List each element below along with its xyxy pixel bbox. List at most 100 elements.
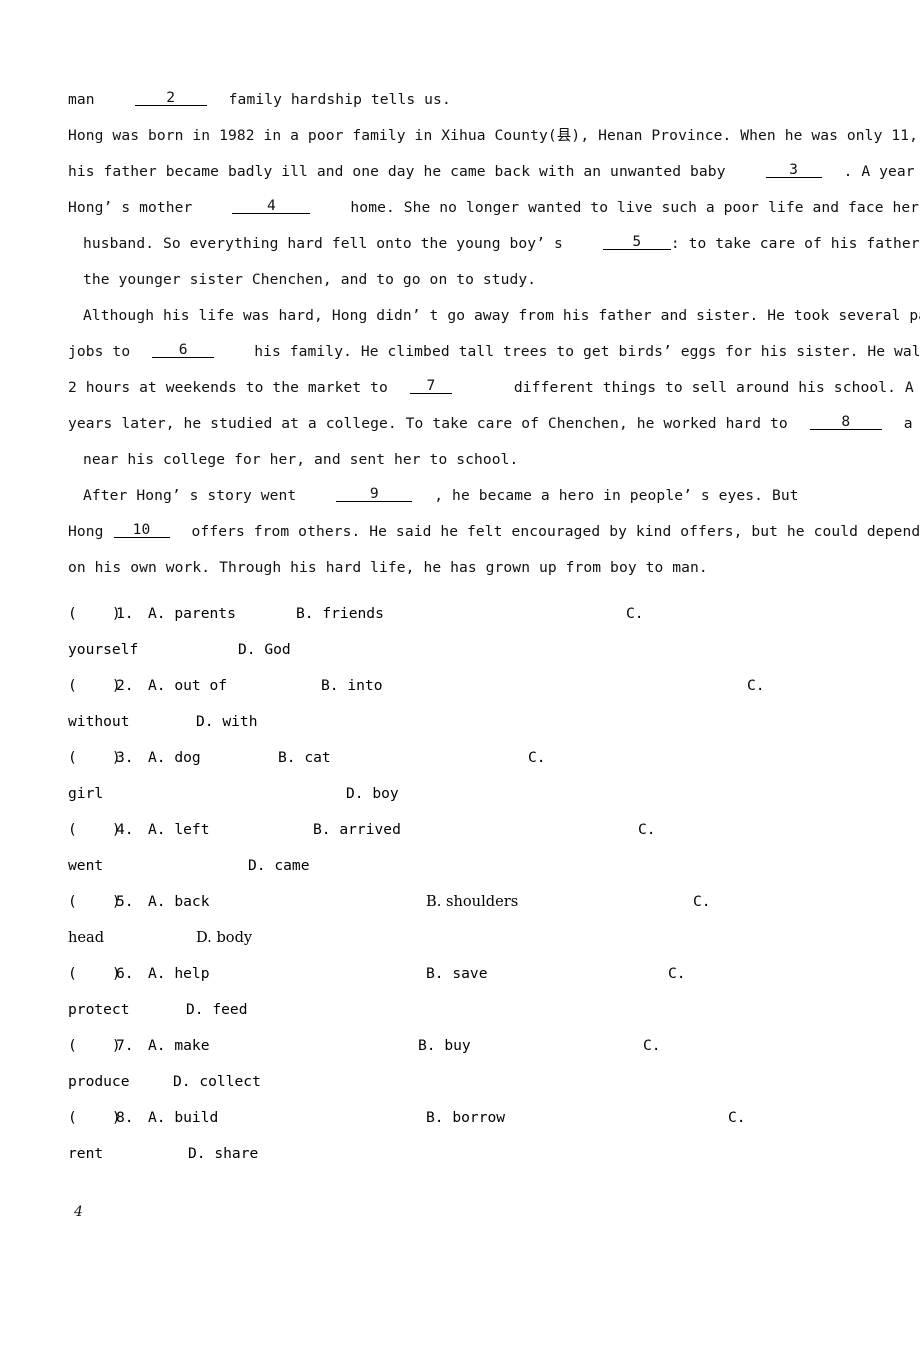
option-5-c-marker[interactable]: C.	[693, 884, 711, 920]
option-6-c-marker[interactable]: C.	[668, 956, 686, 992]
option-6-a[interactable]: A. help	[148, 956, 210, 992]
question-row-4a: ( ) 4. A. left B. arrived C.	[68, 812, 868, 848]
option-2-b[interactable]: B. into	[321, 668, 383, 704]
blank-9[interactable]: 9	[336, 486, 413, 503]
blank-6[interactable]: 6	[152, 342, 215, 359]
passage-line-12: After Hong’ s story went 9 , he became a h…	[68, 478, 863, 514]
blank-5[interactable]: 5	[602, 234, 671, 251]
option-6-b[interactable]: B. save	[426, 956, 488, 992]
option-4-a[interactable]: A. left	[148, 812, 210, 848]
question-row-2a: ( ) 2. A. out of B. into C.	[68, 668, 868, 704]
passage-text: on his own work. Through his hard life, …	[68, 559, 708, 576]
option-8-b[interactable]: B. borrow	[426, 1100, 505, 1136]
option-1-c-text[interactable]: yourself	[68, 632, 138, 668]
option-2-d[interactable]: D. with	[196, 704, 258, 740]
question-row-2b: without D. with	[68, 704, 868, 740]
blank-7[interactable]: 7	[409, 378, 452, 395]
option-2-a[interactable]: A. out of	[148, 668, 227, 704]
blank-2[interactable]: 2	[134, 90, 207, 107]
option-1-b[interactable]: B. friends	[296, 596, 384, 632]
question-row-8a: ( ) 8. A. build B. borrow C.	[68, 1100, 868, 1136]
document-page: man 2 family hardship tells us. Hong was b…	[0, 0, 920, 1302]
question-number-5: 5.	[116, 893, 134, 910]
passage-text: husband. So everything hard fell onto th…	[83, 235, 563, 252]
option-8-c-marker[interactable]: C.	[728, 1100, 746, 1136]
option-1-d[interactable]: D. God	[238, 632, 291, 668]
passage-text: home. She no longer wanted to live such …	[350, 199, 920, 216]
option-4-c-marker[interactable]: C.	[638, 812, 656, 848]
option-4-c-text[interactable]: went	[68, 848, 103, 884]
passage-text: offers from others. He said he felt enco…	[191, 523, 920, 540]
option-3-c-marker[interactable]: C.	[528, 740, 546, 776]
passage-text: years later, he studied at a college. To…	[68, 415, 788, 432]
question-number-8: 8.	[116, 1109, 134, 1126]
option-7-a[interactable]: A. make	[148, 1028, 210, 1064]
option-1-a[interactable]: A. parents	[148, 596, 236, 632]
option-3-b[interactable]: B. cat	[278, 740, 331, 776]
blank-3[interactable]: 3	[765, 162, 822, 179]
option-3-d[interactable]: D. boy	[346, 776, 399, 812]
passage-line-2: Hong was born in 1982 in a poor family i…	[68, 118, 918, 154]
option-4-d[interactable]: D. came	[248, 848, 310, 884]
passage-text: his father became badly ill and one day …	[68, 163, 726, 180]
question-row-5b: head D. body	[68, 920, 868, 956]
option-7-c-text[interactable]: produce	[68, 1064, 130, 1100]
option-8-a[interactable]: A. build	[148, 1100, 218, 1136]
option-2-c-marker[interactable]: C.	[747, 668, 765, 704]
option-7-b[interactable]: B. buy	[418, 1028, 471, 1064]
option-7-d[interactable]: D. collect	[173, 1064, 261, 1100]
passage-text: the younger sister Chenchen, and to go o…	[83, 271, 537, 288]
answer-bracket-7[interactable]: ( )	[68, 1028, 121, 1064]
option-5-a[interactable]: A. back	[148, 884, 210, 920]
option-5-b[interactable]: B. shoulders	[426, 884, 518, 920]
question-row-6a: ( ) 6. A. help B. save C.	[68, 956, 868, 992]
passage-text: 2 hours at weekends to the market to	[68, 379, 388, 396]
page-number: 4	[74, 1204, 83, 1220]
answer-bracket-1[interactable]: ( )	[68, 596, 121, 632]
answer-bracket-8[interactable]: ( )	[68, 1100, 121, 1136]
answer-bracket-5[interactable]: ( )	[68, 884, 121, 920]
option-5-d[interactable]: D. body	[196, 920, 252, 956]
blank-8[interactable]: 8	[809, 414, 882, 431]
passage-text: Hong	[68, 523, 104, 540]
answer-bracket-2[interactable]: ( )	[68, 668, 121, 704]
passage-line-8: jobs to 6 his family. He climbed tall tree…	[68, 334, 920, 370]
passage-text: . A year later,	[843, 163, 920, 180]
passage-text: family hardship tells us.	[228, 91, 451, 108]
passage-text: : to take care of his father and	[670, 235, 920, 252]
passage-line-4: Hong’ s mother 4 home. She no longer wante…	[68, 190, 920, 226]
answer-bracket-4[interactable]: ( )	[68, 812, 121, 848]
option-6-c-text[interactable]: protect	[68, 992, 130, 1028]
answer-bracket-6[interactable]: ( )	[68, 956, 121, 992]
question-number-2: 2.	[116, 677, 134, 694]
blank-4[interactable]: 4	[232, 198, 311, 215]
question-row-5a: ( ) 5. A. back B. shoulders C.	[68, 884, 868, 920]
cloze-passage: man 2 family hardship tells us. Hong was b…	[68, 82, 920, 586]
option-8-c-text[interactable]: rent	[68, 1136, 103, 1172]
question-row-1b: yourself D. God	[68, 632, 868, 668]
passage-text: man	[68, 91, 95, 108]
option-2-c-text[interactable]: without	[68, 704, 130, 740]
option-7-c-marker[interactable]: C.	[643, 1028, 661, 1064]
passage-line-5: husband. So everything hard fell onto th…	[68, 226, 920, 262]
option-3-c-text[interactable]: girl	[68, 776, 103, 812]
passage-line-1: man 2 family hardship tells us.	[68, 82, 863, 118]
option-4-b[interactable]: B. arrived	[313, 812, 401, 848]
passage-text: near his college for her, and sent her t…	[83, 451, 519, 468]
option-5-c-text[interactable]: head	[68, 920, 104, 956]
option-6-d[interactable]: D. feed	[186, 992, 248, 1028]
passage-line-13: Hong 10 offers from others. He said he fel…	[68, 514, 920, 550]
answer-bracket-3[interactable]: ( )	[68, 740, 121, 776]
option-3-a[interactable]: A. dog	[148, 740, 201, 776]
blank-10[interactable]: 10	[113, 522, 170, 539]
passage-text: After Hong’ s story went	[83, 487, 297, 504]
question-number-4: 4.	[116, 821, 134, 838]
question-number-7: 7.	[116, 1037, 134, 1054]
option-1-c-marker[interactable]: C.	[626, 596, 644, 632]
passage-text: Hong was born in 1982 in a poor family i…	[68, 127, 918, 144]
question-row-3b: girl D. boy	[68, 776, 868, 812]
question-number-1: 1.	[116, 605, 134, 622]
multiple-choice-list: ( ) 1. A. parents B. friends C. yourself…	[68, 596, 868, 1172]
option-8-d[interactable]: D. share	[188, 1136, 258, 1172]
question-row-7a: ( ) 7. A. make B. buy C.	[68, 1028, 868, 1064]
